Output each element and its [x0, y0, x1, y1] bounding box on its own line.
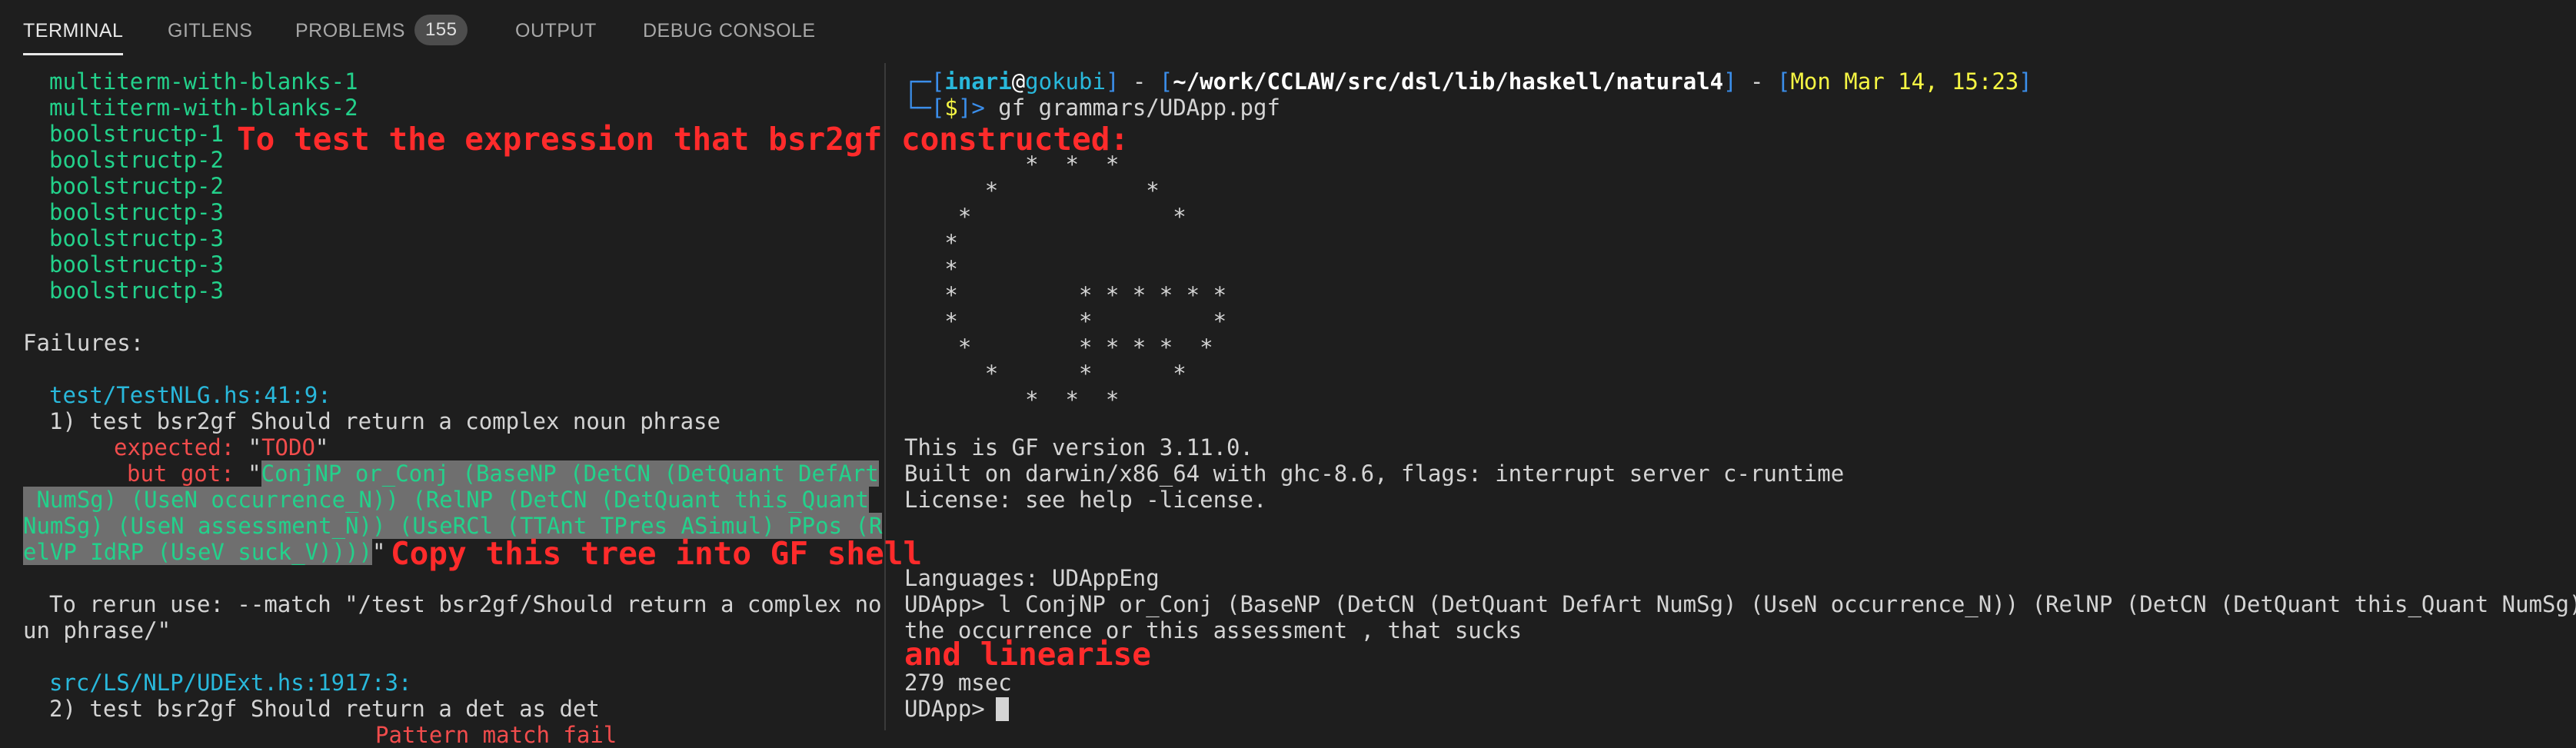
quote-mark: " — [248, 434, 262, 460]
test-name-line: boolstructp-1 — [49, 121, 224, 147]
test-name-line: boolstructp-3 — [49, 278, 224, 304]
quote-mark: " — [315, 434, 329, 460]
expected-line: expected: "TODO" — [114, 434, 328, 460]
tab-debug-console[interactable]: DEBUG CONSOLE — [643, 0, 816, 57]
prompt-dollar: $ — [944, 95, 958, 121]
selected-tree-text[interactable]: elVP IdRP (UseV suck_V)))) — [23, 539, 372, 565]
prompt-decoration: ┌─[ — [904, 68, 945, 95]
annotation-test-expression: To test the expression that bsr2gf const… — [237, 121, 1130, 158]
prompt-decoration: ]> — [957, 95, 999, 121]
panel-tab-bar: TERMINAL GITLENS PROBLEMS 155 OUTPUT DEBU… — [0, 0, 2576, 57]
problems-count-badge: 155 — [414, 15, 468, 45]
gf-logo-line: * * * — [904, 387, 1120, 413]
prompt-decoration: [ — [1159, 68, 1173, 95]
gf-logo-line: * * — [904, 204, 1186, 230]
test-name-line: boolstructp-3 — [49, 199, 224, 225]
test-name-line: boolstructp-3 — [49, 251, 224, 278]
terminal-cursor — [996, 697, 1009, 721]
prompt-at: @ — [1011, 68, 1026, 95]
got-tree-line: elVP IdRP (UseV suck_V))))" — [23, 539, 385, 565]
failure-detail-partial: Pattern match fail — [375, 722, 617, 748]
prompt-decoration: └─[ — [904, 95, 945, 121]
test-name-line: multiterm-with-blanks-1 — [49, 68, 358, 95]
gf-languages: Languages: UDAppEng — [904, 565, 1160, 591]
gf-version: This is GF version 3.11.0. — [904, 434, 1253, 460]
but-got-label: but got: — [127, 460, 248, 487]
shell-prompt-line: ┌─[inari@gokubi] - [~/work/CCLAW/src/dsl… — [904, 68, 2032, 95]
tab-output[interactable]: OUTPUT — [515, 0, 597, 57]
prompt-decoration: [ — [1776, 68, 1791, 95]
gf-logo-line: * * * — [904, 308, 1227, 334]
tab-problems[interactable]: PROBLEMS 155 — [295, 0, 468, 57]
gf-logo-line: * — [904, 256, 958, 282]
rerun-hint: un phrase/" — [23, 617, 171, 643]
expected-value: TODO — [261, 434, 315, 460]
gf-prompt[interactable]: UDApp> — [904, 696, 998, 722]
test-name-line: boolstructp-3 — [49, 225, 224, 251]
gf-logo-line: * * * * * * * — [904, 282, 1227, 308]
test-name-line: boolstructp-2 — [49, 173, 224, 199]
selected-tree-text[interactable]: NumSg) (UseN occurrence_N)) (RelNP (DetC… — [23, 487, 869, 513]
failure-location-link[interactable]: src/LS/NLP/UDExt.hs:1917:3: — [49, 670, 411, 696]
selected-tree-text[interactable]: ConjNP or_Conj (BaseNP (DetCN (DetQuant … — [261, 460, 879, 487]
got-tree-line: NumSg) (UseN occurrence_N)) (RelNP (DetC… — [23, 487, 869, 513]
shell-command: gf grammars/UDApp.pgf — [998, 95, 1280, 121]
prompt-path: ~/work/CCLAW/src/dsl/lib/haskell/natural… — [1173, 68, 1724, 95]
expected-label: expected: — [114, 434, 248, 460]
prompt-host: gokubi — [1025, 68, 1106, 95]
prompt-date: Mon Mar 14, 15:23 — [1790, 68, 2019, 95]
prompt-dash: - — [1736, 68, 1777, 95]
prompt-dash: - — [1119, 68, 1160, 95]
test-name-line: multiterm-with-blanks-2 — [49, 95, 358, 121]
annotation-linearise: and linearise — [904, 636, 1151, 673]
tab-terminal[interactable]: TERMINAL — [23, 0, 124, 57]
but-got-line: but got: "ConjNP or_Conj (BaseNP (DetCN … — [127, 460, 879, 487]
failure-location-link[interactable]: test/TestNLG.hs:41:9: — [49, 382, 331, 408]
annotation-copy-tree: Copy this tree into GF shell — [391, 535, 923, 572]
gf-build-info: Built on darwin/x86_64 with ghc-8.6, fla… — [904, 460, 1845, 487]
tab-problems-label: PROBLEMS — [295, 20, 405, 42]
gf-linearise-command: UDApp> l ConjNP or_Conj (BaseNP (DetCN (… — [904, 591, 2576, 617]
gf-logo-line: * * * * * * — [904, 334, 1213, 361]
gf-logo-line: * * * — [904, 361, 1186, 387]
failures-heading: Failures: — [23, 330, 145, 356]
pane-divider[interactable] — [884, 63, 886, 730]
failure-title: 1) test bsr2gf Should return a complex n… — [49, 408, 721, 434]
command-line: └─[$]> gf grammars/UDApp.pgf — [904, 95, 1280, 121]
gf-logo-line: * * — [904, 178, 1160, 204]
failure-title: 2) test bsr2gf Should return a det as de… — [49, 696, 600, 722]
prompt-decoration: ] — [2019, 68, 2032, 95]
gf-logo-line: * — [904, 230, 958, 256]
prompt-user: inari — [944, 68, 1012, 95]
tab-gitlens[interactable]: GITLENS — [168, 0, 252, 57]
prompt-decoration: ] — [1723, 68, 1737, 95]
rerun-hint: To rerun use: --match "/test bsr2gf/Shou… — [49, 591, 882, 617]
quote-mark: " — [371, 539, 386, 565]
test-name-line: boolstructp-2 — [49, 147, 224, 173]
prompt-decoration: ] — [1105, 68, 1120, 95]
quote-mark: " — [248, 460, 261, 487]
gf-license: License: see help -license. — [904, 487, 1267, 513]
gf-timing: 279 msec — [904, 670, 1012, 696]
